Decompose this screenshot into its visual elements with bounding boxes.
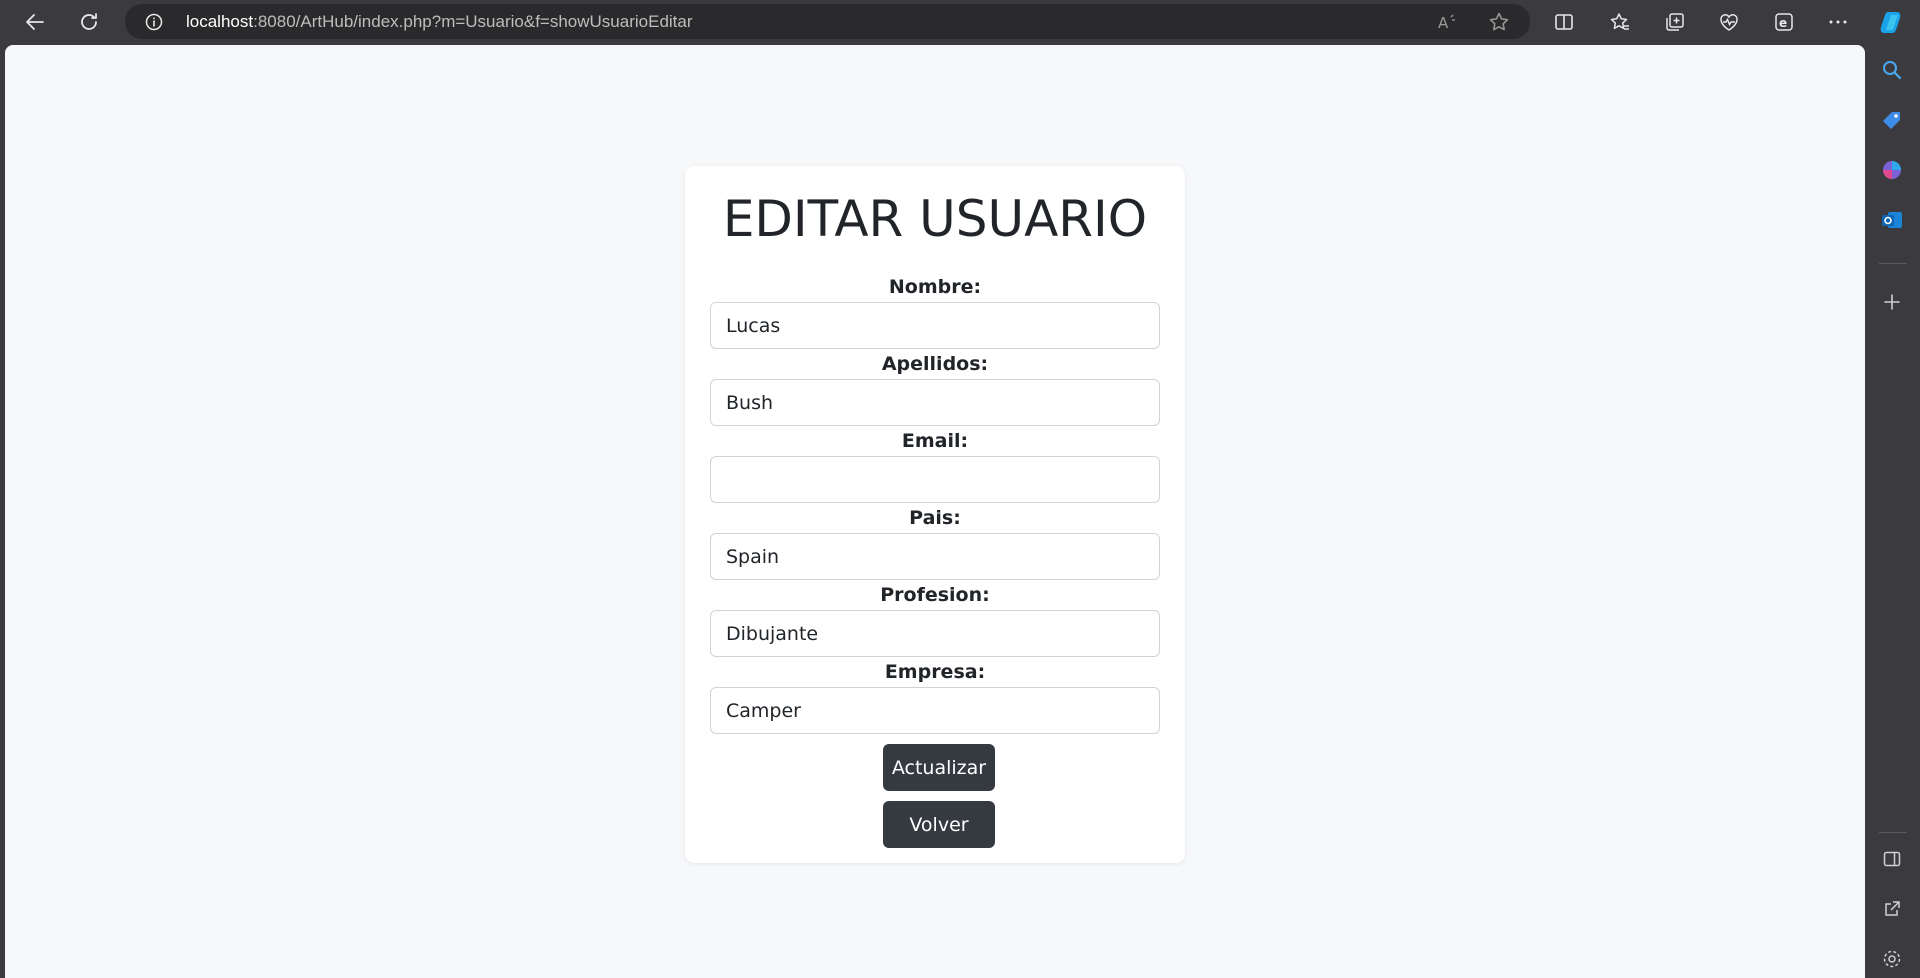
sidebar-divider	[1879, 263, 1907, 264]
address-bar[interactable]: localhost:8080/ArtHub/index.php?m=Usuari…	[125, 4, 1530, 39]
svg-text:e: e	[1779, 16, 1787, 30]
email-label: Email:	[901, 430, 969, 452]
profesion-input[interactable]	[710, 610, 1160, 657]
empresa-input[interactable]	[710, 687, 1160, 734]
pais-input[interactable]	[710, 533, 1160, 580]
url-text[interactable]: localhost:8080/ArtHub/index.php?m=Usuari…	[186, 12, 693, 32]
info-icon[interactable]	[145, 13, 163, 35]
collections-icon[interactable]	[1659, 6, 1691, 38]
svg-text:A: A	[1438, 14, 1449, 32]
search-icon[interactable]	[1876, 54, 1908, 86]
more-icon[interactable]	[1822, 6, 1854, 38]
back-arrow-icon[interactable]	[19, 6, 51, 38]
empresa-label: Empresa:	[884, 661, 986, 683]
add-icon[interactable]	[1876, 286, 1908, 318]
refresh-icon[interactable]	[73, 6, 105, 38]
page-title: EDITAR USUARIO	[722, 190, 1148, 248]
split-screen-icon[interactable]	[1548, 6, 1580, 38]
sidebar-toggle-icon[interactable]	[1876, 843, 1908, 875]
nombre-label: Nombre:	[888, 276, 982, 298]
apellidos-label: Apellidos:	[881, 353, 989, 375]
copilot-icon[interactable]	[1876, 6, 1908, 38]
url-host: localhost	[186, 12, 254, 31]
edit-user-card: EDITAR USUARIO Nombre: Apellidos: Email:…	[685, 166, 1185, 863]
shopping-tag-icon[interactable]	[1876, 104, 1908, 136]
read-aloud-icon[interactable]: A	[1437, 12, 1459, 36]
edge-icon[interactable]: e	[1768, 6, 1800, 38]
favorites-icon[interactable]	[1604, 6, 1636, 38]
games-icon[interactable]	[1876, 154, 1908, 186]
browser-sidebar	[1865, 43, 1920, 978]
sidebar-divider	[1879, 832, 1907, 833]
page-viewport: EDITAR USUARIO Nombre: Apellidos: Email:…	[5, 45, 1865, 978]
outlook-icon[interactable]	[1876, 204, 1908, 236]
star-icon[interactable]	[1488, 11, 1510, 37]
settings-icon[interactable]	[1876, 943, 1908, 975]
browser-essentials-icon[interactable]	[1713, 6, 1745, 38]
profesion-label: Profesion:	[880, 584, 990, 606]
volver-button[interactable]: Volver	[883, 801, 995, 848]
pais-label: Pais:	[909, 507, 961, 529]
actualizar-button[interactable]: Actualizar	[883, 744, 995, 791]
url-path: :8080/ArtHub/index.php?m=Usuario&f=showU…	[253, 12, 693, 31]
email-input[interactable]	[710, 456, 1160, 503]
external-link-icon[interactable]	[1876, 893, 1908, 925]
browser-toolbar: localhost:8080/ArtHub/index.php?m=Usuari…	[0, 0, 1920, 43]
nombre-input[interactable]	[710, 302, 1160, 349]
apellidos-input[interactable]	[710, 379, 1160, 426]
